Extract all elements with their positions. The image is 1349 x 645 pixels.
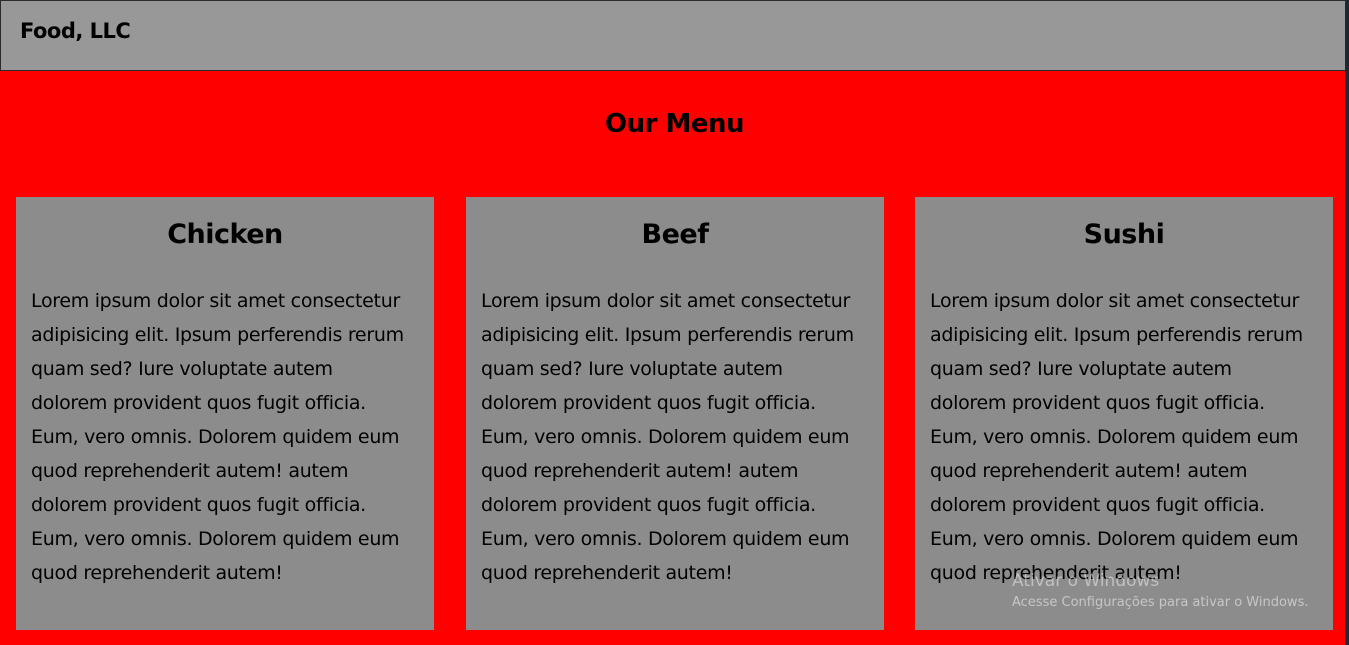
card-description: Lorem ipsum dolor sit amet consectetur a… [31, 290, 404, 584]
card-title: Chicken [167, 219, 283, 250]
menu-card-sushi: Sushi Lorem ipsum dolor sit amet consect… [915, 197, 1333, 630]
top-navbar: Food, LLC [0, 0, 1347, 71]
card-description: Lorem ipsum dolor sit amet consectetur a… [481, 290, 854, 584]
card-description: Lorem ipsum dolor sit amet consectetur a… [930, 290, 1303, 584]
page: Food, LLC Our Menu Chicken Lorem ipsum d… [0, 0, 1349, 645]
card-title: Sushi [1083, 219, 1165, 250]
window-edge [1345, 0, 1349, 645]
menu-card-chicken: Chicken Lorem ipsum dolor sit amet conse… [16, 197, 434, 630]
menu-title: Our Menu [604, 109, 745, 139]
menu-section: Our Menu Chicken Lorem ipsum dolor sit a… [0, 71, 1345, 645]
brand-logo-text[interactable]: Food, LLC [20, 19, 131, 43]
card-title: Beef [641, 219, 709, 250]
menu-card-beef: Beef Lorem ipsum dolor sit amet consecte… [466, 197, 884, 630]
